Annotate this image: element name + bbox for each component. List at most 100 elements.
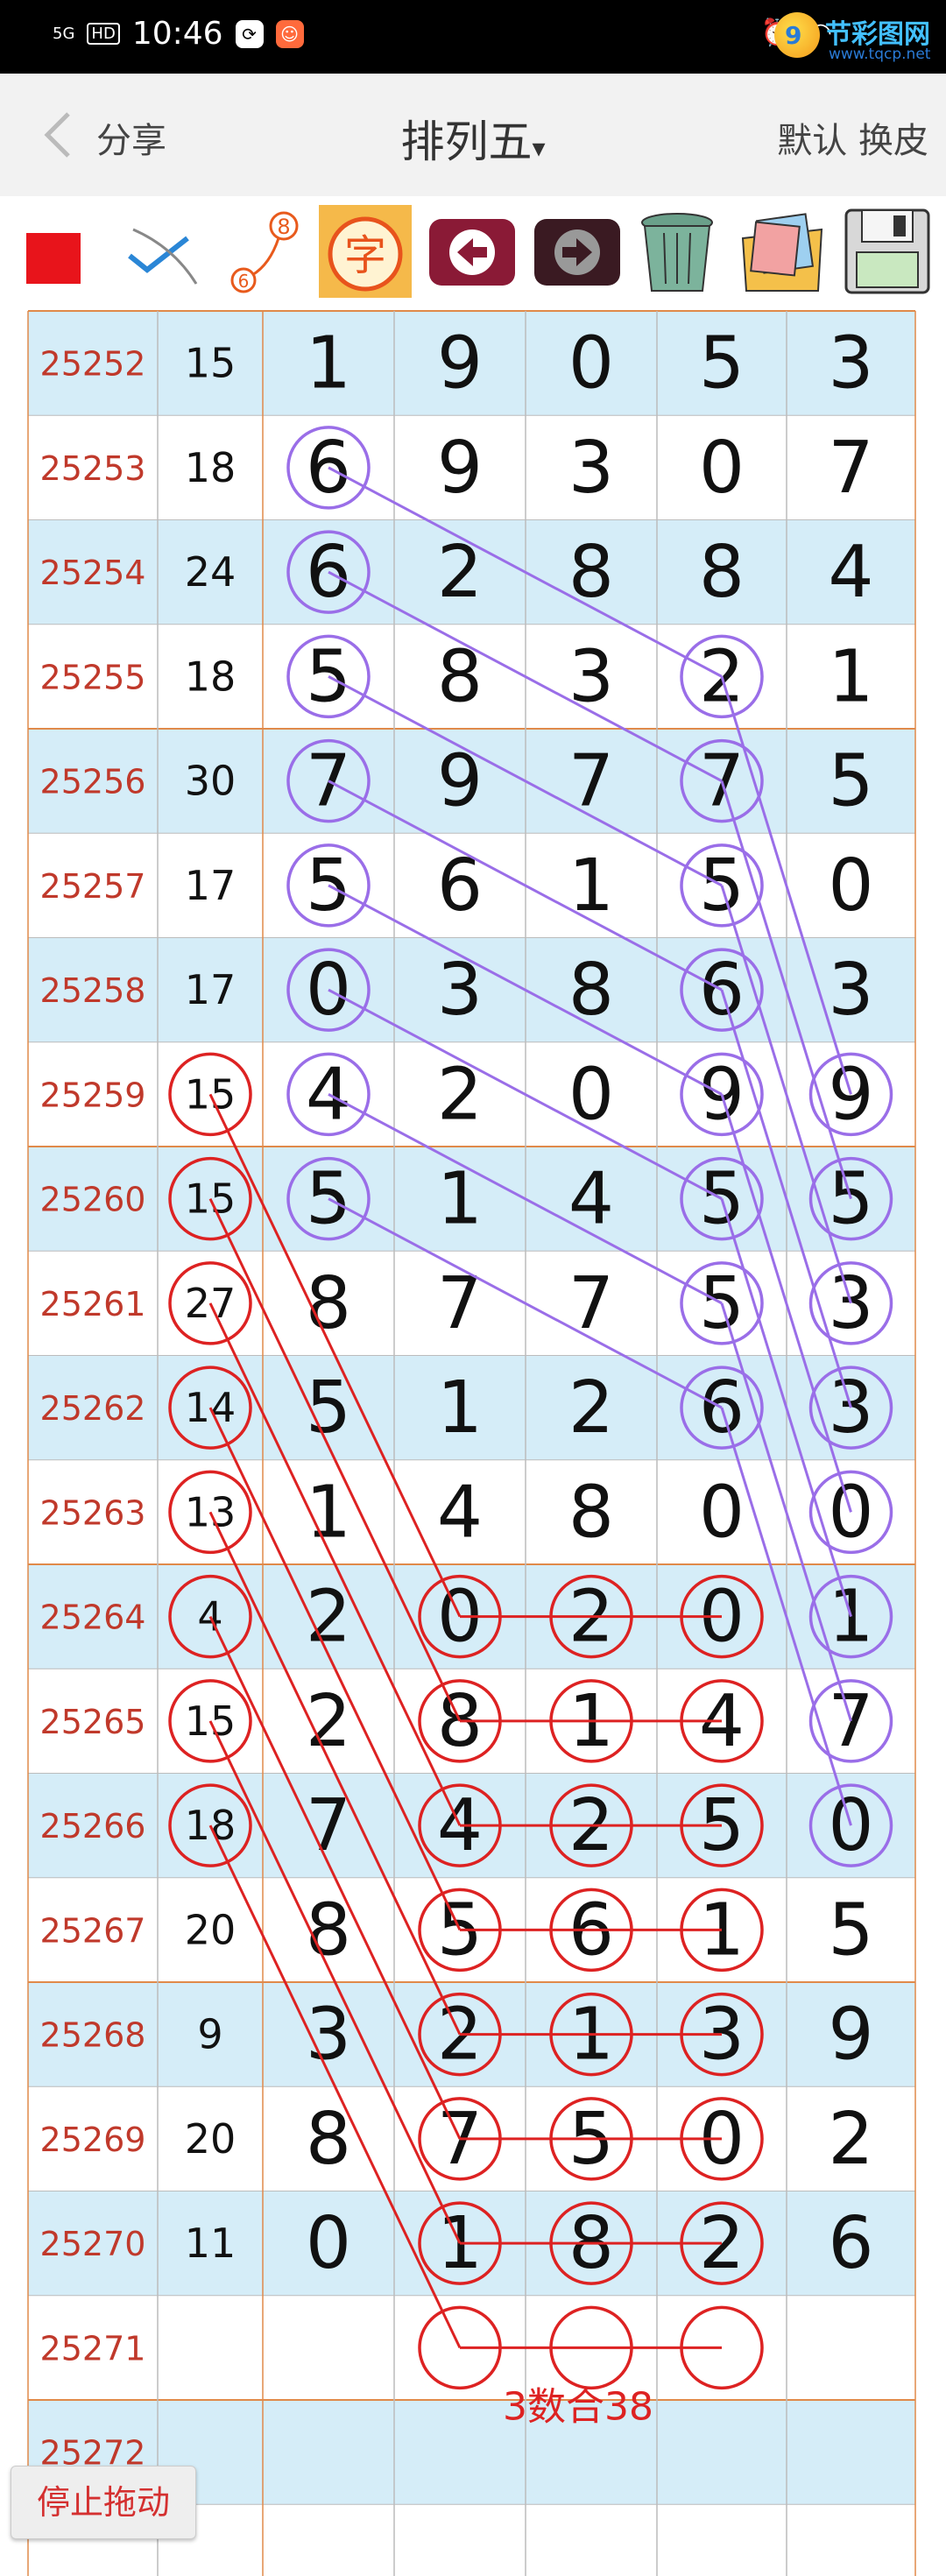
digit-cell[interactable]: 5 bbox=[828, 740, 873, 823]
digit-cell[interactable]: 5 bbox=[828, 1888, 873, 1972]
digit-cell[interactable]: 7 bbox=[568, 1262, 614, 1345]
digit-cell[interactable]: 5 bbox=[699, 322, 745, 406]
digit-cell[interactable]: 4 bbox=[568, 1158, 614, 1241]
digit-cell[interactable]: 5 bbox=[699, 1784, 745, 1867]
digit-cell[interactable]: 0 bbox=[699, 1471, 745, 1554]
digit-cell[interactable]: 0 bbox=[699, 1576, 745, 1659]
digit-cell[interactable]: 1 bbox=[568, 1680, 614, 1763]
digit-cell[interactable]: 2 bbox=[699, 2202, 745, 2285]
digit-cell[interactable]: 5 bbox=[699, 1262, 745, 1345]
digit-cell[interactable]: 2 bbox=[437, 1994, 483, 2077]
digit-cell[interactable]: 2 bbox=[568, 1576, 614, 1659]
digit-cell[interactable]: 4 bbox=[306, 1053, 351, 1136]
digit-cell[interactable]: 6 bbox=[699, 1366, 745, 1450]
digit-cell[interactable]: 9 bbox=[437, 740, 483, 823]
digit-cell[interactable]: 5 bbox=[306, 1366, 351, 1450]
digit-cell[interactable]: 3 bbox=[437, 949, 483, 1032]
digit-cell[interactable]: 5 bbox=[306, 635, 351, 718]
digit-cell[interactable]: 9 bbox=[437, 427, 483, 510]
digit-cell[interactable]: 5 bbox=[828, 1158, 873, 1241]
digit-cell[interactable]: 6 bbox=[306, 427, 351, 510]
digit-cell[interactable]: 7 bbox=[699, 740, 745, 823]
digit-cell[interactable]: 3 bbox=[828, 322, 873, 406]
digit-cell[interactable]: 8 bbox=[306, 1262, 351, 1345]
digit-cell[interactable]: 2 bbox=[568, 1784, 614, 1867]
digit-cell[interactable]: 0 bbox=[306, 2202, 351, 2285]
digit-cell[interactable]: 3 bbox=[568, 635, 614, 718]
issue-number: 25252 bbox=[40, 345, 146, 384]
digit-cell[interactable]: 1 bbox=[828, 1576, 873, 1659]
digit-cell[interactable]: 5 bbox=[437, 1888, 483, 1972]
digit-cell[interactable]: 3 bbox=[828, 949, 873, 1032]
digit-cell[interactable]: 8 bbox=[568, 1471, 614, 1554]
digit-cell[interactable]: 7 bbox=[437, 1262, 483, 1345]
digit-cell[interactable]: 1 bbox=[828, 635, 873, 718]
digit-cell[interactable]: 9 bbox=[828, 1994, 873, 2077]
digit-cell[interactable]: 4 bbox=[437, 1471, 483, 1554]
digit-cell[interactable]: 1 bbox=[437, 1366, 483, 1450]
digit-cell[interactable]: 6 bbox=[437, 844, 483, 928]
sum-value: 18 bbox=[185, 1802, 236, 1849]
digit-cell[interactable]: 3 bbox=[306, 1994, 351, 2077]
digit-cell[interactable]: 7 bbox=[437, 2098, 483, 2181]
digit-cell[interactable]: 7 bbox=[828, 427, 873, 510]
digit-cell[interactable]: 1 bbox=[306, 1471, 351, 1554]
digit-cell[interactable]: 2 bbox=[437, 1053, 483, 1136]
issue-number: 25259 bbox=[40, 1076, 146, 1114]
digit-cell[interactable]: 8 bbox=[568, 531, 614, 614]
digit-cell[interactable]: 1 bbox=[437, 2202, 483, 2285]
digit-cell[interactable]: 7 bbox=[568, 740, 614, 823]
digit-cell[interactable]: 2 bbox=[568, 1366, 614, 1450]
digit-cell[interactable]: 7 bbox=[306, 740, 351, 823]
digit-cell[interactable]: 9 bbox=[828, 1053, 873, 1136]
digit-cell[interactable]: 1 bbox=[699, 1888, 745, 1972]
digit-cell[interactable]: 7 bbox=[306, 1784, 351, 1867]
digit-cell[interactable]: 0 bbox=[828, 1471, 873, 1554]
digit-cell[interactable]: 2 bbox=[437, 531, 483, 614]
digit-cell[interactable]: 9 bbox=[437, 322, 483, 406]
digit-cell[interactable]: 8 bbox=[306, 1888, 351, 1972]
digit-cell[interactable]: 8 bbox=[568, 949, 614, 1032]
issue-number: 25271 bbox=[40, 2329, 146, 2368]
digit-cell[interactable]: 0 bbox=[828, 1784, 873, 1867]
digit-cell[interactable]: 0 bbox=[699, 427, 745, 510]
digit-cell[interactable]: 5 bbox=[699, 844, 745, 928]
digit-cell[interactable]: 2 bbox=[306, 1576, 351, 1659]
digit-cell[interactable]: 5 bbox=[568, 2098, 614, 2181]
digit-cell[interactable]: 6 bbox=[828, 2202, 873, 2285]
digit-cell[interactable]: 4 bbox=[437, 1784, 483, 1867]
digit-cell[interactable]: 8 bbox=[568, 2202, 614, 2285]
digit-cell[interactable]: 6 bbox=[306, 531, 351, 614]
digit-cell[interactable]: 7 bbox=[828, 1680, 873, 1763]
digit-cell[interactable]: 1 bbox=[437, 1158, 483, 1241]
digit-cell[interactable]: 8 bbox=[437, 635, 483, 718]
digit-cell[interactable]: 9 bbox=[699, 1053, 745, 1136]
digit-cell[interactable]: 1 bbox=[306, 322, 351, 406]
digit-cell[interactable]: 1 bbox=[568, 844, 614, 928]
digit-cell[interactable]: 0 bbox=[699, 2098, 745, 2181]
digit-cell[interactable]: 2 bbox=[306, 1680, 351, 1763]
digit-cell[interactable]: 0 bbox=[437, 1576, 483, 1659]
digit-cell[interactable]: 0 bbox=[568, 1053, 614, 1136]
digit-cell[interactable]: 4 bbox=[828, 531, 873, 614]
digit-cell[interactable]: 1 bbox=[568, 1994, 614, 2077]
digit-cell[interactable]: 3 bbox=[828, 1262, 873, 1345]
digit-cell[interactable]: 8 bbox=[699, 531, 745, 614]
digit-cell[interactable]: 5 bbox=[306, 1158, 351, 1241]
digit-cell[interactable]: 6 bbox=[699, 949, 745, 1032]
digit-cell[interactable]: 2 bbox=[828, 2098, 873, 2181]
digit-cell[interactable]: 8 bbox=[437, 1680, 483, 1763]
digit-cell[interactable]: 3 bbox=[568, 427, 614, 510]
digit-cell[interactable]: 2 bbox=[699, 635, 745, 718]
digit-cell[interactable]: 0 bbox=[828, 844, 873, 928]
stop-drag-button[interactable]: 停止拖动 bbox=[11, 2466, 196, 2539]
digit-cell[interactable]: 0 bbox=[306, 949, 351, 1032]
digit-cell[interactable]: 3 bbox=[699, 1994, 745, 2077]
digit-cell[interactable]: 4 bbox=[699, 1680, 745, 1763]
digit-cell[interactable]: 8 bbox=[306, 2098, 351, 2181]
digit-cell[interactable]: 0 bbox=[568, 322, 614, 406]
digit-cell[interactable]: 5 bbox=[306, 844, 351, 928]
digit-cell[interactable]: 3 bbox=[828, 1366, 873, 1450]
digit-cell[interactable]: 5 bbox=[699, 1158, 745, 1241]
digit-cell[interactable]: 6 bbox=[568, 1888, 614, 1972]
